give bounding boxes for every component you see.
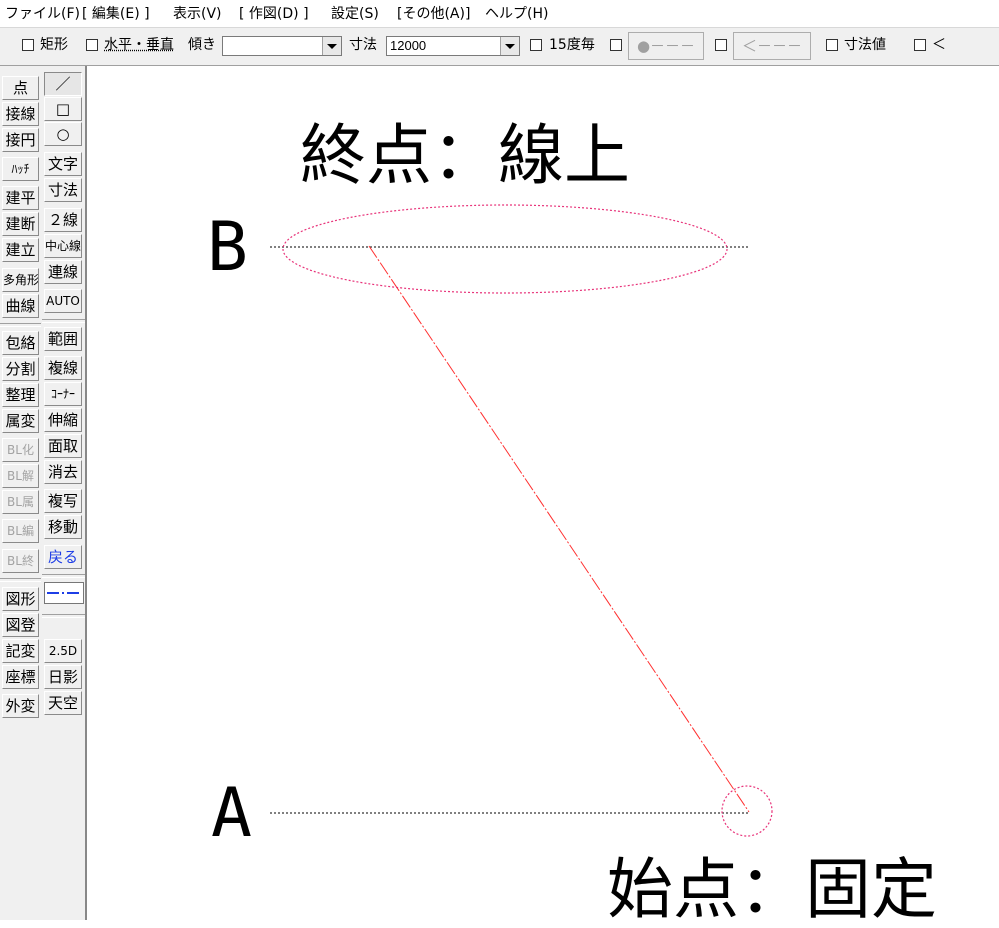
tilt-combo[interactable]: [222, 36, 342, 56]
tool-circle[interactable]: ○: [44, 122, 82, 146]
tool-envelope[interactable]: 包絡: [2, 331, 39, 355]
rect-label: 矩形: [40, 37, 68, 53]
dim-label: 寸法: [349, 37, 377, 53]
tool-rectangle[interactable]: □: [44, 97, 82, 121]
toolbar: 矩形 水平・垂直 傾き 寸法 12000 15度毎 ●－－－ ＜－－－ 寸法値 …: [0, 28, 999, 66]
tool-palette: 点 接線 接円 ﾊｯﾁ 建平 建断 建立 多角形 曲線 包絡 分割 整理 属変 …: [0, 66, 87, 920]
arrow-style-button[interactable]: ＜－－－: [733, 32, 811, 60]
tool-external-change[interactable]: 外変: [2, 694, 39, 718]
dim-value: 12000: [390, 38, 427, 53]
tool-divide[interactable]: 分割: [2, 357, 39, 381]
end-point-caption: 終点：線上: [300, 117, 630, 194]
tool-polygon[interactable]: 多角形: [2, 268, 39, 292]
separator: [42, 574, 85, 578]
start-point-caption: 始点：固定: [607, 851, 937, 928]
tool-sky[interactable]: 天空: [44, 691, 82, 715]
tool-tangent[interactable]: 接線: [2, 102, 39, 126]
horiz-vert-label: 水平・垂直: [104, 37, 174, 53]
tool-move[interactable]: 移動: [44, 515, 82, 539]
start-point-highlight-circle: [721, 785, 773, 837]
tool-chamfer[interactable]: 面取: [44, 434, 82, 458]
tool-double-line[interactable]: ２線: [44, 208, 82, 232]
tool-range[interactable]: 範囲: [44, 327, 82, 351]
separator: [42, 614, 85, 618]
deg15-label: 15度毎: [549, 37, 595, 53]
point-label-b: B: [207, 208, 248, 287]
last-label: ＜: [932, 37, 946, 53]
menu-settings[interactable]: 設定(S): [331, 5, 379, 23]
tool-block-make: BL化: [2, 438, 39, 462]
dimval-label: 寸法値: [844, 37, 886, 53]
tool-block-release: BL解: [2, 464, 39, 488]
dimval-checkbox[interactable]: [826, 39, 838, 51]
separator: [0, 578, 41, 582]
separator: [0, 323, 41, 327]
tool-arch-section[interactable]: 建断: [2, 212, 39, 236]
menu-draw[interactable]: [ 作図(D) ]: [239, 5, 309, 23]
tilt-label: 傾き: [188, 37, 216, 53]
tool-offset[interactable]: 複線: [44, 356, 82, 380]
rect-checkbox[interactable]: [22, 39, 34, 51]
tool-hatch[interactable]: ﾊｯﾁ: [2, 157, 39, 181]
tool-2-5d[interactable]: 2.5D: [44, 639, 82, 663]
chevron-down-icon[interactable]: [500, 37, 519, 55]
horiz-vert-checkbox[interactable]: [86, 39, 98, 51]
tool-erase[interactable]: 消去: [44, 460, 82, 484]
tool-symbol-change[interactable]: 記変: [2, 639, 39, 663]
menu-help[interactable]: ヘルプ(H): [485, 5, 548, 23]
tool-undo[interactable]: 戻る: [44, 545, 82, 569]
last-checkbox[interactable]: [914, 39, 926, 51]
chevron-down-icon[interactable]: [322, 37, 341, 55]
tool-line[interactable]: ／: [44, 72, 82, 96]
tool-sun-shadow[interactable]: 日影: [44, 665, 82, 689]
tool-arch-elevation[interactable]: 建立: [2, 238, 39, 262]
arrow-checkbox[interactable]: [715, 39, 727, 51]
tool-curve[interactable]: 曲線: [2, 294, 39, 318]
tool-block-attr: BL属: [2, 490, 39, 514]
point-label-a: A: [211, 774, 252, 853]
tool-arch-plan[interactable]: 建平: [2, 186, 39, 210]
tool-coordinates[interactable]: 座標: [2, 665, 39, 689]
menu-bar: ファイル(F) [ 編集(E) ] 表示(V) [ 作図(D) ] 設定(S) …: [0, 0, 999, 28]
deg15-checkbox[interactable]: [530, 39, 542, 51]
dim-combo[interactable]: 12000: [386, 36, 520, 56]
tool-figure-register[interactable]: 図登: [2, 613, 39, 637]
menu-other[interactable]: [その他(A)]: [397, 5, 470, 23]
point-checkbox[interactable]: [610, 39, 622, 51]
tool-block-edit: BL編: [2, 519, 39, 543]
menu-edit[interactable]: [ 編集(E) ]: [82, 5, 150, 23]
point-style-button[interactable]: ●－－－: [628, 32, 704, 60]
tool-stretch[interactable]: 伸縮: [44, 408, 82, 432]
tool-continuous-line[interactable]: 連線: [44, 260, 82, 284]
tool-copy[interactable]: 複写: [44, 489, 82, 513]
tool-text[interactable]: 文字: [44, 152, 82, 176]
separator: [42, 319, 85, 323]
tool-corner[interactable]: ｺｰﾅｰ: [44, 382, 82, 406]
tool-figure[interactable]: 図形: [2, 587, 39, 611]
line-type-selector[interactable]: [44, 582, 84, 604]
dash-dot-line-icon: [47, 592, 81, 594]
tool-point[interactable]: 点: [2, 76, 39, 100]
tool-tangent-circle[interactable]: 接円: [2, 128, 39, 152]
drawn-line: [368, 245, 750, 813]
tool-center-line[interactable]: 中心線: [44, 234, 82, 258]
tool-attr-change[interactable]: 属変: [2, 409, 39, 433]
drawing-canvas[interactable]: 終点：線上 始点：固定 B A: [87, 66, 999, 928]
menu-view[interactable]: 表示(V): [173, 5, 222, 23]
tool-auto[interactable]: AUTO: [44, 289, 82, 313]
tool-arrange[interactable]: 整理: [2, 383, 39, 407]
tool-block-end: BL終: [2, 549, 39, 573]
tool-dimension[interactable]: 寸法: [44, 178, 82, 202]
menu-file[interactable]: ファイル(F): [5, 5, 80, 23]
end-point-highlight-ellipse: [282, 204, 728, 294]
